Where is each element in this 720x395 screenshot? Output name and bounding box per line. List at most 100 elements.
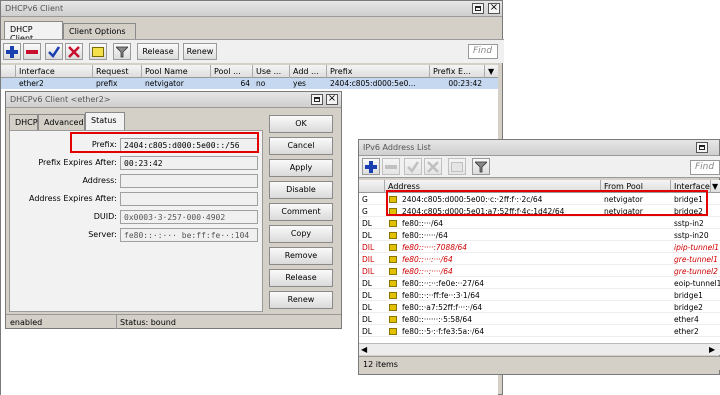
maximize-icon [475,6,481,11]
filter-icon [116,46,128,58]
apply-button[interactable]: Apply [269,159,333,177]
tab-status[interactable]: Status [85,112,125,130]
table-row[interactable]: DL fe80::·····/64 sstp-in20 [359,230,720,241]
add-button[interactable] [362,158,380,175]
col-header-interface[interactable]: Interface [16,65,93,78]
tab-advanced[interactable]: Advanced [38,114,85,130]
enable-button[interactable] [404,158,422,175]
server-field[interactable]: fe80::·:··· be:ff:fe··:104 [120,228,258,242]
copy-button[interactable]: Copy [269,225,333,243]
col-header-prefix[interactable]: Prefix [327,65,430,78]
col-header-pool-len[interactable]: Pool ... [211,65,253,78]
table-row[interactable]: DIL fe80::···:···/64 gre-tunnel1 [359,254,720,265]
table-row[interactable]: ether2 prefix netvigator 64 no yes 2404:… [1,78,498,89]
ipv6-statusbar: 12 items [359,356,720,370]
search-input[interactable]: Find [468,44,498,59]
ok-button[interactable]: OK [269,115,333,133]
pool-cell [601,302,671,313]
chevron-down-icon[interactable]: ▼ [485,65,498,78]
remove-button[interactable]: Remove [269,247,333,265]
comment-button[interactable]: Comment [269,203,333,221]
address-icon [389,244,397,251]
maximize-button[interactable] [696,142,708,153]
release-button[interactable]: Release [137,43,179,60]
dialog-title: DHCPv6 Client <ether2> [10,95,111,104]
table-row[interactable]: DIL fe80::··:····/64 gre-tunnel2 [359,266,720,277]
duid-field[interactable]: 0x0003·3·257·000·4902 [120,210,258,224]
renew-button[interactable]: Renew [183,43,217,60]
address-field[interactable] [120,174,258,188]
col-header-pool-name[interactable]: Pool Name [142,65,211,78]
tab-dhcp[interactable]: DHCP [9,114,38,130]
col-header[interactable] [1,65,16,78]
table-row[interactable]: DL fe80::······:·5:58/64 ether4 [359,314,720,325]
col-header-request[interactable]: Request [93,65,142,78]
prefix-expires-field[interactable]: 00:23:42 [120,156,258,170]
window-titlebar[interactable]: IPv6 Address List [359,140,719,156]
table-row[interactable]: DL fe80::·5·:·f:fe3:5a:·/64 ether2 [359,326,720,337]
release-button[interactable]: Release [269,269,333,287]
col-header-use[interactable]: Use ... [253,65,290,78]
search-input[interactable]: Find [690,160,720,175]
pool-cell [601,266,671,277]
pool-cell [601,314,671,325]
interface-cell: gre-tunnel1 [674,255,718,264]
global-address-highlight [386,190,708,216]
address-icon [389,256,397,263]
close-button[interactable]: × [488,2,500,14]
remove-button[interactable] [382,158,400,175]
address-label: Address: [82,176,117,185]
close-button[interactable]: × [326,93,338,105]
renew-button[interactable]: Renew [269,291,333,309]
table-row[interactable]: DL fe80::···/64 sstp-in2 [359,218,720,229]
cancel-button[interactable]: Cancel [269,137,333,155]
flag-cell: DL [362,231,372,240]
tab-dhcp-client[interactable]: DHCP Client [4,21,63,43]
tab-client-options[interactable]: Client Options [63,23,136,39]
enabled-status: enabled [10,318,43,327]
address-cell: fe80::·:··ff:fe··:3·1/64 [402,291,480,300]
col-header-add[interactable]: Add ... [290,65,327,78]
comment-button[interactable] [89,43,107,60]
table-row[interactable]: DIL fe80::····:7088/64 ipip-tunnel1 [359,242,720,253]
col-header-prefix-expires[interactable]: Prefix E... [430,65,485,78]
status-divider [116,315,117,329]
pool-cell [601,242,671,253]
table-row[interactable]: DL fe80::·:··ff:fe··:3·1/64 bridge1 [359,290,720,301]
filter-button[interactable] [113,43,131,60]
pool-cell [601,278,671,289]
pool-cell [601,230,671,241]
filter-button[interactable] [472,158,490,175]
window-titlebar[interactable]: DHCPv6 Client × [1,1,502,17]
address-icon [389,304,397,311]
maximize-button[interactable] [472,3,484,14]
scroll-right-icon[interactable]: ▶ [709,345,715,354]
interface-cell: ipip-tunnel1 [674,243,720,252]
disable-button[interactable] [65,43,83,60]
comment-button[interactable] [448,158,466,175]
address-expires-field[interactable] [120,192,258,206]
disable-button[interactable] [424,158,442,175]
cell-pool-len: 64 [240,79,250,88]
cell-add: yes [293,79,306,88]
chevron-down-icon[interactable]: ▼ [711,180,720,193]
cell-request: prefix [96,79,118,88]
pool-cell [601,218,671,229]
dhcpv6-client-dialog: DHCPv6 Client <ether2> × DHCP Advanced S… [5,91,342,329]
address-icon [389,280,397,287]
enable-button[interactable] [45,43,63,60]
maximize-button[interactable] [311,94,323,105]
col-header[interactable] [359,180,385,193]
close-icon: × [489,2,499,13]
horizontal-scrollbar[interactable]: ◀ ▶ [359,343,720,355]
cell-pool-name: netvigator [145,79,184,88]
disable-button[interactable]: Disable [269,181,333,199]
table-row[interactable]: DL fe80::·a7:52ff:f···:·/64 bridge2 [359,302,720,313]
scroll-left-icon[interactable]: ◀ [361,345,367,354]
table-row[interactable]: DL fe80::··:··:fe0e:··27/64 eoip-tunnel1 [359,278,720,289]
remove-button[interactable] [23,43,41,60]
flag-cell: DIL [362,267,375,276]
address-cell: fe80::···:···/64 [402,255,453,264]
add-button[interactable] [3,43,21,60]
dialog-titlebar[interactable]: DHCPv6 Client <ether2> × [6,92,341,108]
